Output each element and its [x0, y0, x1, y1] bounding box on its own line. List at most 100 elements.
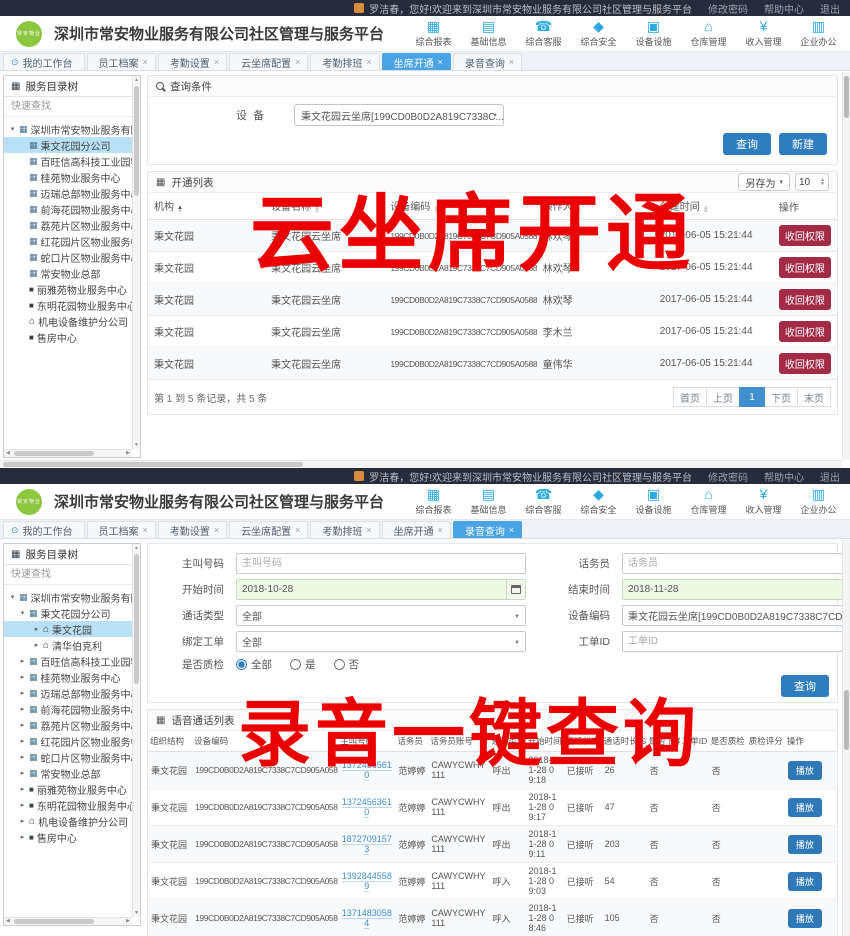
- tree-caret-icon[interactable]: ▸: [19, 721, 26, 729]
- nav-item[interactable]: ▦ 综合报表: [406, 19, 461, 48]
- column-header[interactable]: 是否下单: [647, 731, 680, 752]
- tab-close-icon[interactable]: ×: [143, 525, 148, 535]
- column-header[interactable]: 工单ID: [680, 731, 709, 752]
- column-header[interactable]: 设备编码: [384, 193, 536, 220]
- scroll-down-icon[interactable]: ▼: [133, 441, 140, 449]
- scroll-right-icon[interactable]: ▶: [126, 450, 130, 457]
- page-vertical-scrollbar[interactable]: [842, 540, 850, 936]
- tree-item[interactable]: ▸ 桂苑物业服务中心: [4, 669, 140, 685]
- tree-item[interactable]: 售房中心: [4, 329, 140, 345]
- tree-item[interactable]: ▾ 深圳市常安物业服务有限公司: [4, 589, 140, 605]
- scroll-up-icon[interactable]: ▲: [133, 544, 140, 552]
- tree-item[interactable]: 前海花园物业服务中心: [4, 201, 140, 217]
- column-header[interactable]: 设备名称: [265, 193, 384, 220]
- column-header[interactable]: 开始时间: [526, 731, 564, 752]
- play-button[interactable]: 播放: [788, 872, 822, 891]
- revoke-permission-button[interactable]: 收回权限: [779, 321, 831, 342]
- nav-item[interactable]: ⌂ 仓库管理: [681, 19, 736, 48]
- caller-input[interactable]: [236, 553, 526, 574]
- tab[interactable]: 考勤排班 ×: [310, 53, 379, 70]
- tab-close-icon[interactable]: ×: [214, 525, 219, 535]
- column-header[interactable]: 创建时间: [654, 193, 773, 220]
- scrollbar-thumb[interactable]: [14, 451, 94, 456]
- nav-item[interactable]: ▣ 设备设施: [626, 19, 681, 48]
- tab[interactable]: 云坐席配置 ×: [229, 53, 308, 70]
- tab[interactable]: 坐席开通 ×: [382, 53, 451, 70]
- tree-item[interactable]: 蛇口片区物业服务中心: [4, 249, 140, 265]
- nav-item[interactable]: ▤ 基础信息: [461, 487, 516, 516]
- call-type-select[interactable]: 全部▼: [236, 605, 526, 626]
- tab-close-icon[interactable]: ×: [295, 525, 300, 535]
- agent-input[interactable]: [622, 553, 850, 574]
- calendar-icon[interactable]: [506, 580, 525, 599]
- tree-item[interactable]: ▸ 百旺信高科技工业园物业服务中心: [4, 653, 140, 669]
- nav-item[interactable]: ▣ 设备设施: [626, 487, 681, 516]
- nav-item[interactable]: ☎ 综合客服: [516, 487, 571, 516]
- tree-caret-icon[interactable]: ▾: [9, 125, 16, 133]
- column-header[interactable]: 是否质检: [709, 731, 747, 752]
- tab[interactable]: 录音查询 ×: [453, 53, 522, 70]
- tab-close-icon[interactable]: ×: [366, 525, 371, 535]
- page-button[interactable]: 首页: [673, 387, 707, 407]
- tree-search-input[interactable]: [4, 97, 140, 117]
- tab[interactable]: 坐席开通 ×: [382, 521, 451, 538]
- tree-caret-icon[interactable]: ▸: [33, 625, 40, 633]
- scrollbar-thumb[interactable]: [3, 462, 303, 467]
- search-button[interactable]: 查询: [781, 675, 829, 697]
- tree-caret-icon[interactable]: ▸: [19, 785, 26, 793]
- qc-radio-option[interactable]: 是: [290, 657, 316, 672]
- qc-radio-option[interactable]: 全部: [236, 657, 272, 672]
- tree-item[interactable]: 机电设备维护分公司: [4, 313, 140, 329]
- device-select[interactable]: 秉文花园云坐席[199CD0B0D2A819C7338C... ▼: [294, 104, 504, 126]
- page-button[interactable]: 上页: [706, 387, 740, 407]
- scroll-right-icon[interactable]: ▶: [126, 918, 130, 925]
- nav-item[interactable]: ¥ 收入管理: [736, 487, 791, 516]
- column-header[interactable]: 机构: [148, 193, 265, 220]
- new-button[interactable]: 新建: [779, 133, 827, 155]
- device-code-select[interactable]: 秉文花园云坐席[199CD0B0D2A819C7338C7CD905A0588D…: [622, 605, 850, 626]
- page-size-select[interactable]: 10 ▲▼: [795, 173, 829, 191]
- tree-horizontal-scrollbar[interactable]: ◀ ▶: [4, 917, 132, 925]
- phone-link[interactable]: 13928445589: [342, 871, 392, 892]
- scrollbar-thumb[interactable]: [844, 690, 849, 750]
- phone-link[interactable]: 18727091573: [342, 834, 392, 855]
- tree-caret-icon[interactable]: ▸: [19, 705, 26, 713]
- tree-item[interactable]: 百旺信高科技工业园物业服务中心: [4, 153, 140, 169]
- topbar-link[interactable]: 帮助中心: [764, 469, 804, 484]
- tree-search-input[interactable]: [4, 565, 140, 585]
- topbar-link[interactable]: 退出: [820, 469, 840, 484]
- scroll-left-icon[interactable]: ◀: [6, 450, 10, 457]
- tree-caret-icon[interactable]: ▸: [19, 657, 26, 665]
- tree-caret-icon[interactable]: ▸: [19, 833, 26, 841]
- search-button[interactable]: 查询: [723, 133, 771, 155]
- tree-item[interactable]: 东明花园物业服务中心: [4, 297, 140, 313]
- tab-close-icon[interactable]: ×: [438, 57, 443, 67]
- play-button[interactable]: 播放: [788, 761, 822, 780]
- tab[interactable]: 考勤设置 ×: [158, 53, 227, 70]
- radio-button[interactable]: [236, 659, 247, 670]
- tree-caret-icon[interactable]: ▸: [19, 817, 26, 825]
- page-button[interactable]: 下页: [764, 387, 798, 407]
- column-header[interactable]: 质检评分: [747, 731, 785, 752]
- topbar-link[interactable]: 帮助中心: [764, 1, 804, 16]
- tree-vertical-scrollbar[interactable]: ▲ ▼: [132, 544, 140, 917]
- column-header[interactable]: 操作人: [537, 193, 654, 220]
- tab-close-icon[interactable]: ×: [438, 525, 443, 535]
- page-button[interactable]: 1: [739, 387, 765, 407]
- phone-link[interactable]: 13724565610: [342, 760, 392, 781]
- tree-caret-icon[interactable]: ▾: [9, 593, 16, 601]
- page-button[interactable]: 末页: [797, 387, 831, 407]
- nav-item[interactable]: ☎ 综合客服: [516, 19, 571, 48]
- sort-icon[interactable]: [576, 207, 582, 214]
- scrollbar-thumb[interactable]: [844, 76, 849, 118]
- revoke-permission-button[interactable]: 收回权限: [779, 225, 831, 246]
- tab-close-icon[interactable]: ×: [366, 57, 371, 67]
- nav-item[interactable]: ▦ 综合报表: [406, 487, 461, 516]
- tree-item[interactable]: ▸ 蛇口片区物业服务中心: [4, 749, 140, 765]
- tree-item[interactable]: ▸ 荔苑片区物业服务中心: [4, 717, 140, 733]
- topbar-link[interactable]: 修改密码: [708, 469, 748, 484]
- tree-item[interactable]: ▸ 丽雅苑物业服务中心: [4, 781, 140, 797]
- tree-item[interactable]: 桂苑物业服务中心: [4, 169, 140, 185]
- scroll-up-icon[interactable]: ▲: [133, 76, 140, 84]
- tree-item[interactable]: 红花园片区物业服务中心: [4, 233, 140, 249]
